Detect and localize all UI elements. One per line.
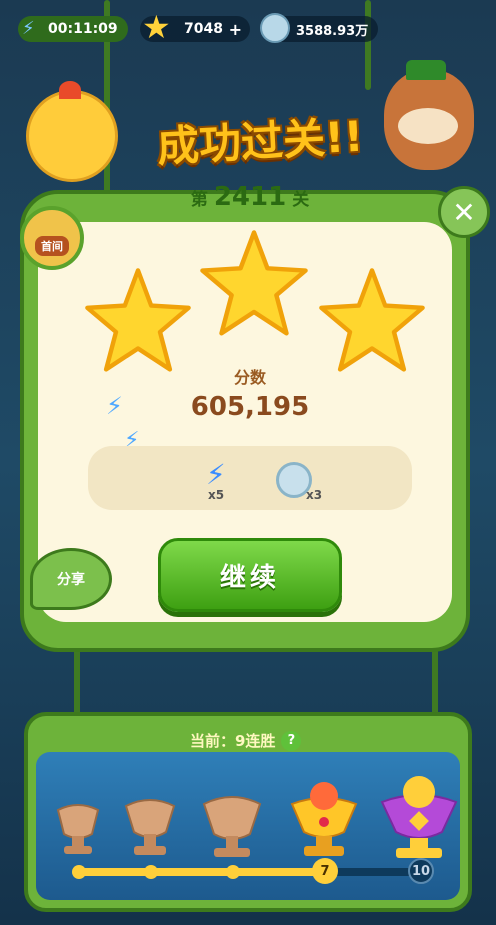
score-label: 分数 bbox=[233, 368, 266, 387]
timer-text: 00:11:09 bbox=[48, 21, 118, 37]
cup-icon-2 bbox=[124, 799, 176, 855]
infinite-lives-icon: ⚡ bbox=[22, 18, 35, 39]
cup-icon-3 bbox=[202, 796, 262, 857]
streak-progress-fill bbox=[78, 868, 328, 876]
continue-button[interactable]: 继续 bbox=[158, 538, 342, 612]
streak-text: 当前：9连胜 bbox=[190, 732, 276, 750]
milestone-node-7: 7 bbox=[312, 858, 338, 884]
chick-mascot bbox=[26, 81, 118, 182]
cup-icon-1 bbox=[56, 804, 100, 854]
milestone-node-10: 10 bbox=[408, 858, 434, 884]
home-label: 首间 bbox=[35, 236, 69, 256]
lightning-icon: ⚡ bbox=[106, 392, 123, 420]
progress-node bbox=[226, 865, 240, 879]
add-stars-button[interactable]: + bbox=[229, 20, 242, 39]
vine-bottom-right bbox=[432, 640, 438, 720]
lightning-count: x5 bbox=[208, 488, 225, 502]
coin-count: x3 bbox=[306, 488, 323, 502]
stars-count: 7048 bbox=[184, 21, 223, 37]
vine-right bbox=[365, 0, 371, 90]
coins-pill: 3588.93万 bbox=[260, 13, 378, 43]
star-icon-3 bbox=[319, 268, 425, 372]
level-prefix: 第 bbox=[190, 189, 208, 210]
cup-icon-4 bbox=[290, 782, 358, 856]
close-button[interactable]: ✕ bbox=[438, 186, 490, 238]
reward-bar bbox=[88, 446, 412, 510]
lightning-icon: ⚡ bbox=[206, 458, 226, 491]
level-indicator: 第 2411 关 bbox=[150, 180, 350, 214]
progress-node bbox=[144, 865, 158, 879]
streak-status: 当前：9连胜 ? bbox=[190, 730, 330, 751]
stars-pill: ★ 7048 + bbox=[140, 8, 250, 46]
level-suffix: 关 bbox=[292, 189, 310, 210]
score-value: 605,195 bbox=[190, 392, 310, 422]
cup-icon-5 bbox=[380, 776, 458, 858]
share-button[interactable]: 分享 bbox=[30, 548, 112, 610]
star-icon-1 bbox=[85, 268, 191, 372]
progress-node bbox=[72, 865, 86, 879]
raccoon-hat bbox=[406, 60, 446, 80]
home-button[interactable]: 首间 bbox=[20, 206, 84, 270]
level-number: 2411 bbox=[213, 182, 287, 212]
chick-comb bbox=[59, 81, 81, 99]
coins-count: 3588.93万 bbox=[296, 23, 369, 39]
timer-pill: ⚡ 00:11:09 bbox=[18, 16, 128, 42]
level-complete-title: 成功过关!! bbox=[155, 111, 365, 172]
star-icon: ★ bbox=[142, 8, 171, 46]
star-icon-2 bbox=[200, 230, 308, 336]
coin-icon bbox=[260, 13, 290, 43]
help-icon[interactable]: ? bbox=[281, 730, 302, 751]
vine-bottom-left bbox=[74, 640, 80, 720]
